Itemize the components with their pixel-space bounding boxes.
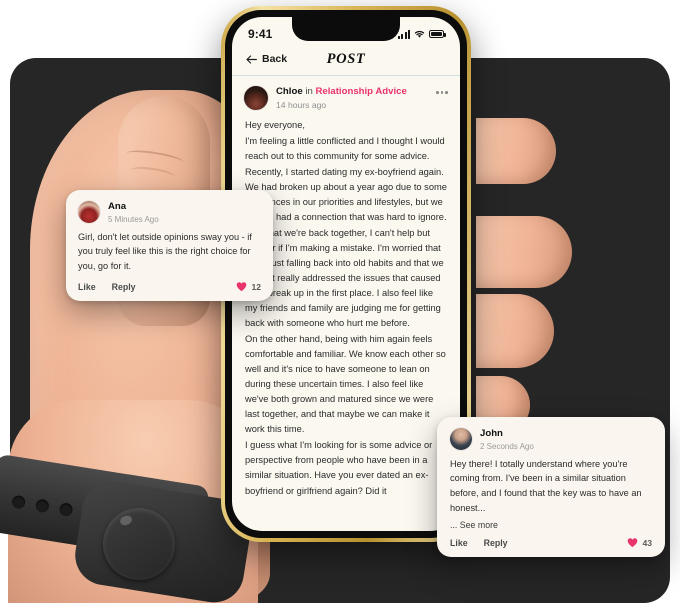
comment-actions: Like Reply 12 xyxy=(78,281,261,292)
heart-icon xyxy=(237,282,247,292)
comment-text: Hey there! I totally understand where yo… xyxy=(450,458,642,514)
status-icons xyxy=(397,29,446,39)
wifi-icon xyxy=(414,30,425,38)
post-paragraph: Now that we're back together, I can't he… xyxy=(245,227,444,328)
page-title: POST xyxy=(326,50,366,67)
finger xyxy=(476,216,572,288)
comment-author-meta: John 2 Seconds Ago xyxy=(480,428,534,451)
post-paragraph: On the other hand, being with him again … xyxy=(245,334,446,435)
post-header: Chloe in Relationship Advice 14 hours ag… xyxy=(232,76,460,114)
scene: 9:41 Back POST Chloe in Relationship Adv… xyxy=(0,0,680,603)
post-in-label: in xyxy=(305,86,313,98)
post-paragraph: I guess what I'm looking for is some adv… xyxy=(245,440,433,496)
comment-actions: Like Reply 43 xyxy=(450,537,652,548)
comment-text: Girl, don't let outside opinions sway yo… xyxy=(78,231,252,272)
signal-bars-icon xyxy=(397,29,410,39)
comment-timestamp: 2 Seconds Ago xyxy=(480,441,534,451)
comment-card-john[interactable]: John 2 Seconds Ago Hey there! I totally … xyxy=(437,417,665,558)
band-hole xyxy=(34,498,50,514)
battery-icon xyxy=(429,30,446,38)
band-hole xyxy=(11,494,27,510)
post-author-meta: Chloe in Relationship Advice 14 hours ag… xyxy=(276,86,428,110)
band-hole xyxy=(58,502,74,518)
comment-author-meta: Ana 5 Minutes Ago xyxy=(108,201,159,224)
finger xyxy=(476,118,556,184)
watch-dial xyxy=(103,508,175,580)
more-horizontal-icon[interactable] xyxy=(436,86,448,94)
like-button[interactable]: Like xyxy=(78,282,96,292)
comment-author-name[interactable]: John xyxy=(480,428,534,440)
status-time: 9:41 xyxy=(248,27,273,41)
like-count-group[interactable]: 43 xyxy=(627,537,652,548)
comment-card-ana[interactable]: Ana 5 Minutes Ago Girl, don't let outsid… xyxy=(66,190,273,302)
reply-button[interactable]: Reply xyxy=(484,538,508,548)
comment-header: John 2 Seconds Ago xyxy=(450,428,652,451)
status-bar: 9:41 xyxy=(232,17,460,47)
heart-icon xyxy=(628,538,638,548)
see-more-button[interactable]: ... See more xyxy=(450,520,652,530)
comment-timestamp: 5 Minutes Ago xyxy=(108,214,159,224)
like-count-group[interactable]: 12 xyxy=(236,281,261,292)
post-body: Hey everyone, I'm feeling a little confl… xyxy=(232,114,460,498)
nav-bar: Back POST xyxy=(232,47,460,75)
post-paragraph: Hey everyone, xyxy=(245,120,305,131)
post-author-name[interactable]: Chloe xyxy=(276,86,303,97)
like-button[interactable]: Like xyxy=(450,538,468,548)
post-timestamp: 14 hours ago xyxy=(276,100,327,111)
post-paragraph: I'm feeling a little conflicted and I th… xyxy=(245,136,447,222)
like-count: 43 xyxy=(642,537,652,548)
reply-button[interactable]: Reply xyxy=(112,282,136,292)
post-topic-link[interactable]: Relationship Advice xyxy=(315,86,406,97)
chloe-avatar[interactable] xyxy=(244,86,268,111)
ana-avatar[interactable] xyxy=(78,201,100,223)
comment-header: Ana 5 Minutes Ago xyxy=(78,201,261,224)
comment-author-name[interactable]: Ana xyxy=(108,201,159,213)
finger xyxy=(476,294,554,368)
like-count: 12 xyxy=(251,281,261,292)
john-avatar[interactable] xyxy=(450,428,472,450)
